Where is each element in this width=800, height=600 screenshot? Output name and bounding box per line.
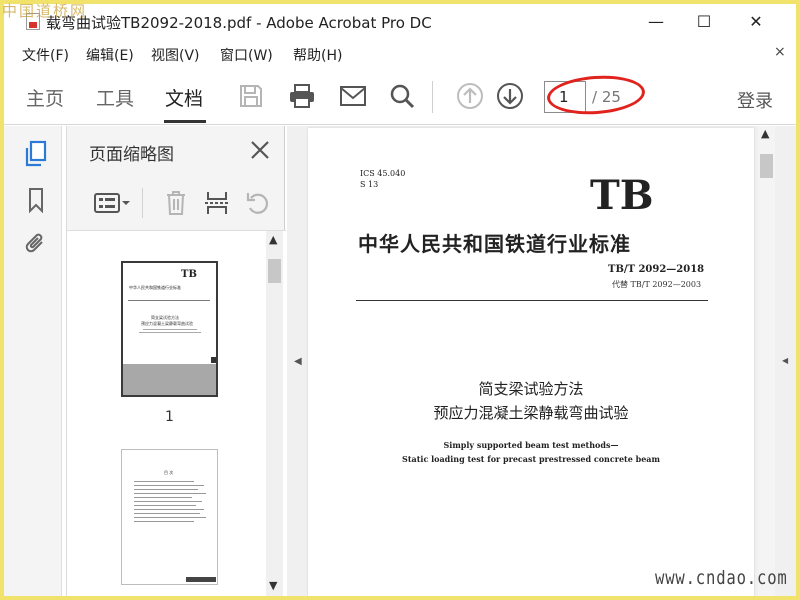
standard-title: 中华人民共和国铁道行业标准 bbox=[358, 232, 631, 256]
menu-view[interactable]: 视图(V) bbox=[151, 45, 200, 65]
page-thumbnail-2[interactable]: 目 次 bbox=[121, 449, 218, 585]
main-toolbar: 主页 工具 文档 1 / 25 登录 bbox=[4, 67, 796, 125]
document-title-en-1: Simply supported beam test methods— bbox=[443, 440, 619, 450]
delete-icon[interactable] bbox=[161, 186, 191, 220]
thumb-footer-band bbox=[123, 364, 216, 395]
print-icon[interactable] bbox=[286, 80, 318, 112]
replaces-standard: 代替 TB/T 2092—2003 bbox=[612, 280, 702, 289]
header-rule bbox=[356, 300, 708, 301]
extract-icon[interactable] bbox=[202, 186, 232, 220]
active-tab-indicator bbox=[164, 120, 206, 123]
thumbnail-page-label: 1 bbox=[165, 409, 174, 425]
document-scrollbar[interactable]: ▲ bbox=[758, 126, 775, 596]
thumb2-footer-mark bbox=[186, 577, 216, 582]
document-title-en-2: Static loading test for precast prestres… bbox=[402, 454, 660, 464]
thumbnail-list: TB 中华人民共和国铁道行业标准 简支梁试验方法 预应力混凝土梁静载弯曲试验 1… bbox=[67, 230, 286, 596]
page-thumbnail-1[interactable]: TB 中华人民共和国铁道行业标准 简支梁试验方法 预应力混凝土梁静载弯曲试验 bbox=[121, 261, 218, 397]
title-bar: 载弯曲试验TB2092-2018.pdf - Adobe Acrobat Pro… bbox=[4, 4, 796, 38]
page-up-icon[interactable] bbox=[454, 80, 486, 112]
thumb-resize-handle[interactable] bbox=[211, 357, 216, 363]
page-thumbnails-icon[interactable] bbox=[22, 140, 50, 168]
bookmark-icon[interactable] bbox=[22, 186, 50, 214]
menu-window[interactable]: 窗口(W) bbox=[220, 45, 273, 65]
options-menu-icon[interactable] bbox=[91, 186, 133, 220]
ics-code: ICS 45.040 S 13 bbox=[360, 168, 405, 190]
save-icon[interactable] bbox=[235, 80, 267, 112]
tab-document[interactable]: 文档 bbox=[165, 84, 203, 111]
site-watermark-top: 中国道桥网 bbox=[2, 2, 88, 20]
site-watermark-bottom: www.cndao.com bbox=[655, 567, 788, 589]
document-title-cn-1: 简支梁试验方法 bbox=[478, 380, 584, 398]
scrollbar-thumb[interactable] bbox=[268, 259, 281, 283]
navigation-rail bbox=[4, 126, 62, 596]
maximize-button[interactable]: ☐ bbox=[681, 4, 727, 38]
red-annotation-ellipse bbox=[545, 72, 647, 118]
thumb-subtitle-2: 预应力混凝土梁静载弯曲试验 bbox=[141, 321, 193, 326]
document-title-cn-2: 预应力混凝土梁静载弯曲试验 bbox=[433, 404, 629, 422]
close-document-button[interactable]: × bbox=[774, 44, 786, 60]
attachment-icon[interactable] bbox=[22, 230, 50, 258]
scroll-up-arrow[interactable]: ▲ bbox=[269, 233, 277, 246]
page-thumbnails-panel: 页面缩略图 TB 中华人民共和国铁道行业标准 简支梁试验方法 预应力混凝土梁静载… bbox=[66, 126, 286, 596]
menu-help[interactable]: 帮助(H) bbox=[293, 45, 342, 65]
menu-bar: 文件(F) 编辑(E) 视图(V) 窗口(W) 帮助(H) × bbox=[4, 41, 796, 67]
menu-edit[interactable]: 编辑(E) bbox=[86, 45, 134, 65]
window-title: 载弯曲试验TB2092-2018.pdf - Adobe Acrobat Pro… bbox=[46, 14, 432, 32]
collapse-left-panel-icon[interactable]: ◀ bbox=[294, 356, 306, 370]
collapse-right-panel-icon[interactable]: ◀ bbox=[782, 356, 792, 370]
doc-scroll-up-arrow[interactable]: ▲ bbox=[761, 127, 769, 140]
acrobat-window: 载弯曲试验TB2092-2018.pdf - Adobe Acrobat Pro… bbox=[4, 4, 796, 596]
classification-code: S 13 bbox=[360, 180, 379, 189]
thumb-tb-logo: TB bbox=[181, 269, 197, 280]
login-button[interactable]: 登录 bbox=[737, 87, 773, 113]
minimize-button[interactable]: — bbox=[633, 4, 679, 38]
doc-scrollbar-thumb[interactable] bbox=[760, 154, 773, 178]
ics-number: ICS 45.040 bbox=[360, 169, 406, 178]
tb-logo: TB bbox=[590, 172, 654, 219]
panel-toolbar-separator bbox=[142, 188, 143, 218]
panel-title: 页面缩略图 bbox=[89, 145, 174, 165]
email-icon[interactable] bbox=[337, 80, 369, 112]
rotate-icon[interactable] bbox=[243, 186, 273, 220]
standard-number: TB/T 2092—2018 bbox=[608, 264, 705, 275]
scroll-down-arrow[interactable]: ▼ bbox=[269, 579, 277, 592]
tab-tools[interactable]: 工具 bbox=[96, 84, 134, 111]
thumb-standard-title: 中华人民共和国铁道行业标准 bbox=[129, 285, 181, 290]
thumbnail-scrollbar[interactable]: ▲ ▼ bbox=[266, 231, 283, 596]
page-down-icon[interactable] bbox=[494, 80, 526, 112]
search-icon[interactable] bbox=[386, 80, 418, 112]
menu-file[interactable]: 文件(F) bbox=[22, 45, 69, 65]
close-panel-icon[interactable] bbox=[245, 135, 275, 165]
close-window-button[interactable]: ✕ bbox=[733, 4, 779, 38]
tab-home[interactable]: 主页 bbox=[26, 84, 64, 111]
pdf-page: ICS 45.040 S 13 TB 中华人民共和国铁道行业标准 TB/T 20… bbox=[308, 128, 754, 596]
toolbar-separator bbox=[432, 81, 433, 113]
thumb2-heading: 目 次 bbox=[164, 470, 174, 475]
